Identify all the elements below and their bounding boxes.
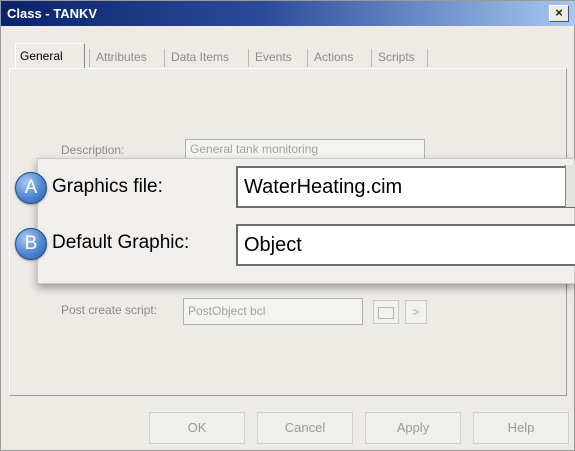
help-button[interactable]: Help (473, 412, 569, 444)
graphics-file-field[interactable]: WaterHeating.cim (236, 166, 575, 208)
chevron-right-icon: > (412, 305, 420, 319)
tab-label: Data Items (171, 50, 230, 64)
tab-attributes[interactable]: Attributes (92, 45, 151, 69)
graphics-file-browse-edge[interactable] (565, 165, 575, 207)
tab-data-items[interactable]: Data Items (167, 45, 233, 69)
close-icon: × (555, 5, 563, 20)
browse-icon (378, 306, 394, 319)
tab-divider (371, 49, 372, 67)
close-button[interactable]: × (549, 5, 569, 22)
post-create-script-field[interactable]: PostObject bcl (183, 298, 363, 325)
zoom-callout: Graphics file: WaterHeating.cim Default … (37, 158, 575, 284)
tab-general[interactable]: General (15, 43, 85, 69)
post-create-script-label: Post create script: (61, 303, 158, 317)
cancel-button[interactable]: Cancel (257, 412, 353, 444)
browse-script-button[interactable] (373, 300, 399, 324)
title-bar: Class - TANKV × (1, 1, 575, 26)
expand-script-button[interactable]: > (405, 300, 427, 324)
callout-badge-b: B (15, 228, 47, 260)
apply-button[interactable]: Apply (365, 412, 461, 444)
tab-actions[interactable]: Actions (310, 45, 357, 69)
callout-badge-a: A (15, 172, 47, 204)
default-graphic-field[interactable]: Object (236, 224, 575, 266)
default-graphic-label: Default Graphic: (52, 232, 190, 253)
ok-button[interactable]: OK (149, 412, 245, 444)
tab-divider (427, 49, 428, 67)
tab-divider (248, 49, 249, 67)
tab-label: Scripts (378, 50, 415, 64)
graphics-file-label: Graphics file: (52, 176, 163, 197)
tab-events[interactable]: Events (251, 45, 296, 69)
tab-label: Attributes (96, 50, 147, 64)
tab-label: Events (255, 50, 292, 64)
tab-scripts[interactable]: Scripts (374, 45, 419, 69)
tab-divider (89, 49, 90, 67)
tab-divider (307, 49, 308, 67)
tab-label: Actions (314, 50, 354, 64)
tab-label: General (20, 49, 63, 63)
description-label: Description: (61, 143, 125, 157)
tab-divider (164, 49, 165, 67)
description-field[interactable]: General tank monitoring (185, 139, 425, 159)
window-title: Class - TANKV (7, 6, 98, 21)
